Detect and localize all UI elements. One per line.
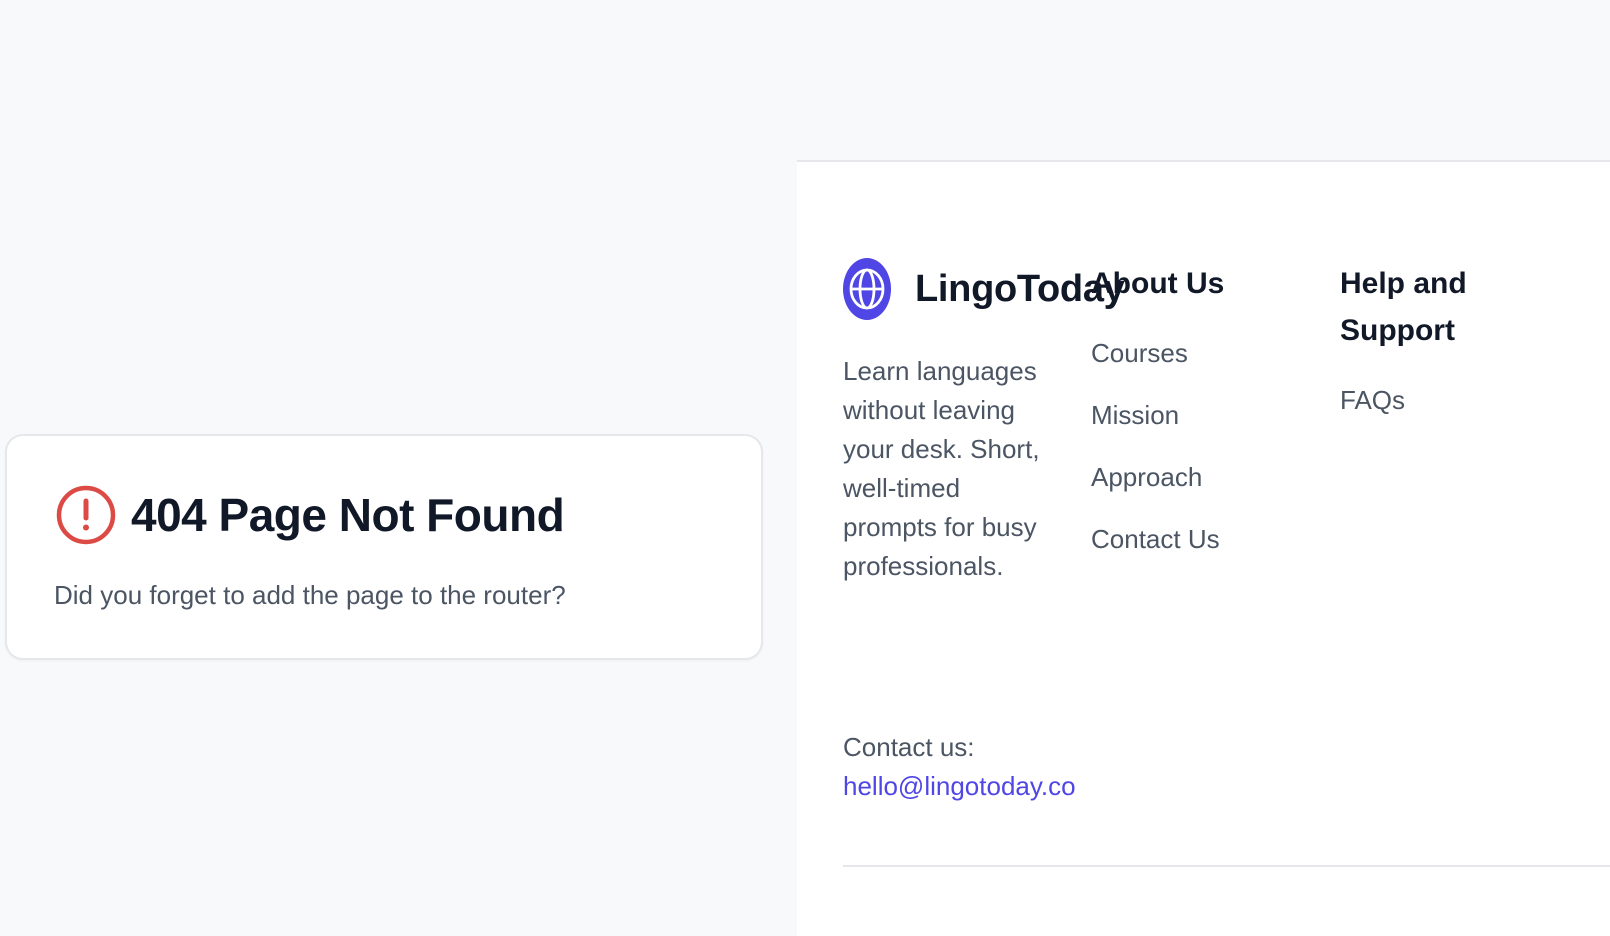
footer-column-heading: Help and Support (1340, 267, 1467, 347)
footer-link-mission[interactable]: Mission (1091, 400, 1179, 430)
globe-icon (843, 258, 891, 320)
contact-label: Contact us: (843, 732, 975, 762)
footer-contact: Contact us: hello@lingotoday.co (843, 728, 1173, 806)
site-footer: LingoToday Learn languages without leavi… (797, 160, 1610, 936)
not-found-card: 404 Page Not Found Did you forget to add… (5, 434, 763, 660)
footer-tagline: Learn languages without leaving your des… (843, 356, 1040, 581)
not-found-message: Did you forget to add the page to the ro… (54, 580, 566, 610)
not-found-header: 404 Page Not Found (55, 484, 565, 546)
brand-link[interactable]: LingoToday (843, 258, 1125, 320)
footer-link-list: Courses Mission Approach Contact Us (1091, 338, 1311, 586)
footer-link-courses[interactable]: Courses (1091, 338, 1188, 368)
alert-circle-icon (56, 485, 116, 545)
footer-column-heading: About Us (1091, 267, 1225, 300)
footer-link-list: FAQs (1340, 385, 1560, 447)
not-found-title: 404 Page Not Found (131, 489, 565, 541)
footer-column-about: About Us Courses Mission Approach Contac… (1091, 260, 1311, 586)
footer-link-faqs[interactable]: FAQs (1340, 385, 1405, 415)
footer-column-help: Help and Support FAQs (1340, 260, 1560, 447)
contact-email-link[interactable]: hello@lingotoday.co (843, 767, 1173, 806)
footer-link-contact-us[interactable]: Contact Us (1091, 524, 1220, 554)
footer-divider (843, 865, 1610, 867)
footer-link-approach[interactable]: Approach (1091, 462, 1202, 492)
